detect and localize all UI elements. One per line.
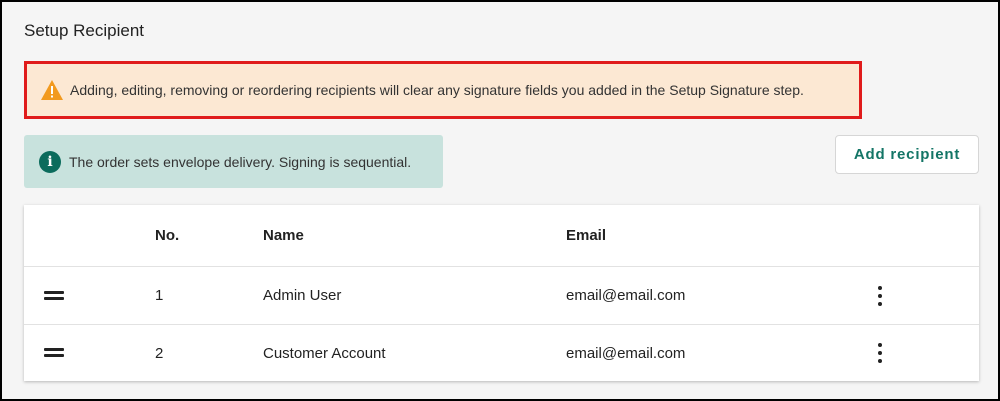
info-icon: i [39, 150, 61, 173]
page-title: Setup Recipient [24, 21, 145, 40]
more-vert-icon[interactable] [872, 342, 888, 364]
drag-handle-icon[interactable] [44, 290, 64, 301]
drag-handle-icon[interactable] [44, 348, 64, 358]
recipient-email: email@email.com [566, 287, 686, 304]
recipients-table: No. Name Email 1 Admin User email@email.… [24, 205, 979, 381]
recipient-name: Admin User [263, 287, 342, 304]
more-vert-icon[interactable] [872, 285, 888, 307]
recipient-name: Customer Account [263, 344, 386, 362]
row-menu-button[interactable] [872, 267, 888, 324]
drag-handle[interactable] [44, 267, 64, 324]
column-header-no: No. [155, 227, 180, 244]
info-text: The order sets envelope delivery. Signin… [69, 153, 412, 170]
warning-text: Adding, editing, removing or reordering … [70, 82, 804, 98]
info-banner: i The order sets envelope delivery. Sign… [24, 135, 443, 188]
row-menu-button[interactable] [872, 325, 888, 381]
table-row: 1 Admin User email@email.com [24, 267, 979, 325]
column-header-name: Name [263, 227, 304, 244]
table-header-row: No. Name Email [24, 205, 979, 267]
warning-banner: Adding, editing, removing or reordering … [24, 61, 862, 119]
add-recipient-button[interactable]: Add recipient [835, 135, 979, 174]
drag-handle[interactable] [44, 325, 64, 381]
warning-icon [41, 80, 63, 100]
recipient-number: 2 [155, 344, 164, 362]
setup-recipient-panel: Setup Recipient Adding, editing, removin… [0, 0, 1000, 401]
column-header-email: Email [566, 227, 607, 244]
recipient-email: email@email.com [566, 344, 686, 362]
table-row: 2 Customer Account email@email.com [24, 325, 979, 381]
recipient-number: 1 [155, 287, 164, 304]
